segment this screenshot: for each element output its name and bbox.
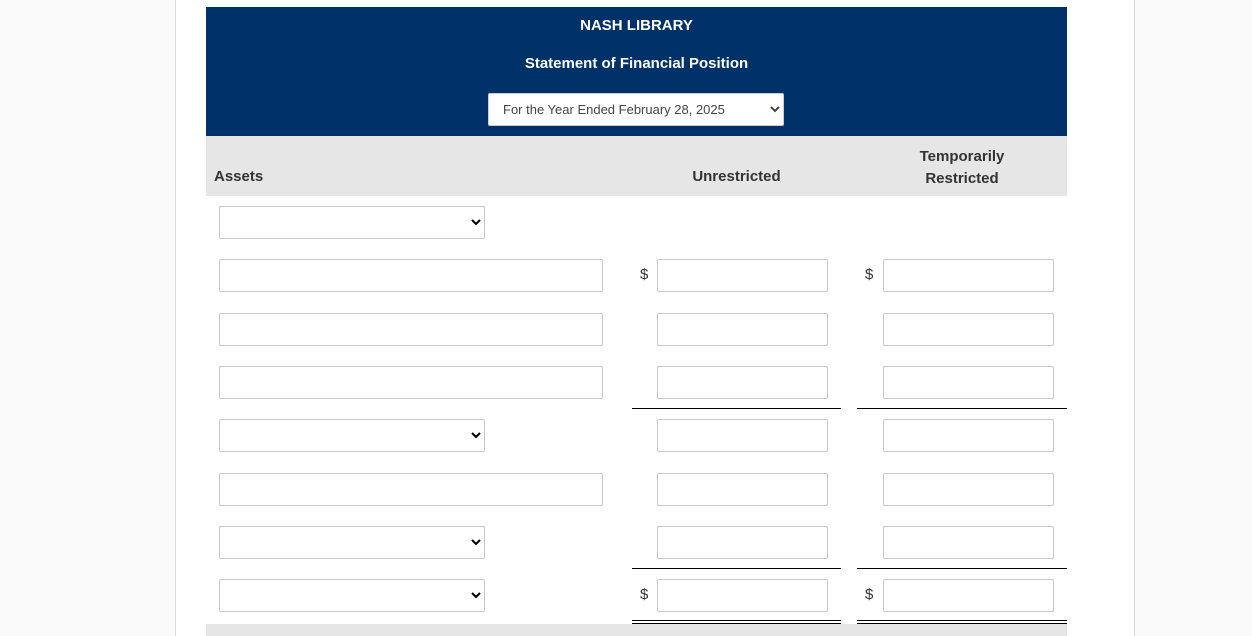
- period-select[interactable]: For the Year Ended February 28, 2025: [488, 93, 784, 126]
- statement-row: [0, 313, 1252, 346]
- footer-bar: [206, 624, 1067, 636]
- statement-header: NASH LIBRARY Statement of Financial Posi…: [206, 7, 1067, 136]
- dollar-sign: $: [865, 586, 874, 603]
- account-input[interactable]: [219, 259, 603, 292]
- statement-row: $ $: [0, 579, 1252, 612]
- account-select[interactable]: [219, 579, 485, 612]
- unrestricted-amount-input[interactable]: [657, 313, 828, 346]
- account-input[interactable]: [219, 473, 603, 506]
- company-name: NASH LIBRARY: [580, 17, 693, 34]
- unrestricted-amount-input[interactable]: [657, 579, 828, 612]
- statement-row: [0, 206, 1252, 239]
- account-input[interactable]: [219, 366, 603, 399]
- dollar-sign: $: [640, 586, 649, 603]
- total-underline: [632, 408, 841, 409]
- unrestricted-amount-input[interactable]: [657, 526, 828, 559]
- statement-title: Statement of Financial Position: [524, 55, 749, 72]
- total-underline: [857, 408, 1067, 409]
- unrestricted-amount-input[interactable]: [657, 419, 828, 452]
- dollar-sign: $: [640, 266, 649, 283]
- temporarily-restricted-amount-input[interactable]: [883, 473, 1054, 506]
- temporarily-restricted-column-header: Temporarily Restricted: [857, 146, 1067, 190]
- account-select[interactable]: [219, 206, 485, 239]
- temporarily-restricted-label: Temporarily Restricted: [919, 148, 1005, 187]
- temporarily-restricted-amount-input[interactable]: [883, 579, 1054, 612]
- assets-column-header: Assets: [214, 168, 264, 185]
- unrestricted-amount-input[interactable]: [657, 366, 828, 399]
- account-select[interactable]: [219, 419, 485, 452]
- total-underline: [632, 568, 841, 569]
- total-underline: [857, 568, 1067, 569]
- statement-row: [0, 473, 1252, 506]
- temporarily-restricted-amount-input[interactable]: [883, 313, 1054, 346]
- unrestricted-amount-input[interactable]: [657, 473, 828, 506]
- unrestricted-column-header: Unrestricted: [692, 168, 781, 185]
- statement-row: [0, 526, 1252, 559]
- dollar-sign: $: [865, 266, 874, 283]
- temporarily-restricted-amount-input[interactable]: [883, 259, 1054, 292]
- temporarily-restricted-amount-input[interactable]: [883, 419, 1054, 452]
- statement-row: [0, 419, 1252, 452]
- account-select[interactable]: [219, 526, 485, 559]
- column-header-row: Assets Unrestricted Temporarily Restricte…: [206, 136, 1067, 196]
- unrestricted-amount-input[interactable]: [657, 259, 828, 292]
- account-input[interactable]: [219, 313, 603, 346]
- statement-row: [0, 366, 1252, 399]
- statement-row: $ $: [0, 259, 1252, 292]
- temporarily-restricted-amount-input[interactable]: [883, 526, 1054, 559]
- temporarily-restricted-amount-input[interactable]: [883, 366, 1054, 399]
